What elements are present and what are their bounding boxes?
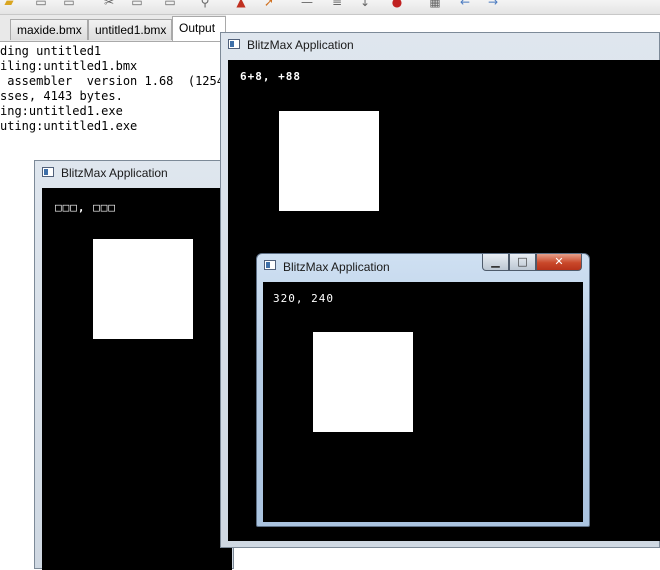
stop-icon[interactable]: ● [390, 0, 404, 8]
output-line: sses, 4143 bytes. [0, 89, 123, 103]
output-line: iling:untitled1.bmx [0, 59, 138, 73]
output-line: ding untitled1 [0, 44, 102, 58]
white-square [279, 111, 379, 211]
paste-icon[interactable]: ▭ [163, 0, 177, 8]
output-line: uting:untitled1.exe [0, 119, 138, 133]
step-out-icon[interactable]: ↧ [358, 0, 372, 8]
render-canvas[interactable]: □□□, □□□ [42, 188, 232, 570]
window-title: BlitzMax Application [283, 260, 390, 274]
folder-icon[interactable]: ▰ [2, 0, 16, 8]
copy-icon[interactable]: ▭ [130, 0, 144, 8]
ide-toolbar: ▰ ▭ ▭ ✂ ▭ ▭ ⚲ ▲ ➚ — ≡ ↧ ● ▦ ← → [0, 0, 660, 15]
tab-maxide[interactable]: maxide.bmx [10, 19, 88, 40]
tab-output[interactable]: Output [172, 16, 226, 41]
run-icon[interactable]: ➚ [262, 0, 276, 8]
output-line: assembler version 1.68 (12543 [0, 74, 232, 88]
output-pane[interactable]: ding untitled1 iling:untitled1.bmx assem… [0, 41, 231, 172]
save-icon[interactable]: ▭ [62, 0, 76, 8]
ide-background [0, 171, 34, 569]
cut-icon[interactable]: ✂ [102, 0, 116, 8]
coordinate-readout: □□□, □□□ [55, 201, 116, 214]
minimize-button[interactable]: ▁ [482, 254, 509, 271]
step-icon[interactable]: — [300, 0, 314, 8]
window-title: BlitzMax Application [61, 166, 168, 180]
tab-untitled1[interactable]: untitled1.bmx [88, 19, 172, 40]
home-icon[interactable]: ▦ [428, 0, 442, 8]
coordinate-readout: 6+8, +88 [240, 70, 301, 83]
find-icon[interactable]: ⚲ [198, 0, 212, 8]
forward-icon[interactable]: → [486, 0, 500, 8]
step-in-icon[interactable]: ≡ [330, 0, 344, 8]
maximize-button[interactable]: □ [509, 254, 536, 271]
render-canvas[interactable]: 320, 240 [263, 282, 583, 522]
document-tabs: maxide.bmx untitled1.bmx Output [0, 15, 226, 41]
app-window-front[interactable]: BlitzMax Application ▁ □ ✕ 320, 240 [256, 253, 590, 527]
new-file-icon[interactable]: ▭ [34, 0, 48, 8]
output-line: ing:untitled1.exe [0, 104, 123, 118]
white-square [313, 332, 413, 432]
app-window-left[interactable]: BlitzMax Application □□□, □□□ [34, 160, 234, 570]
app-window-icon [42, 167, 54, 177]
white-square [93, 239, 193, 339]
coordinate-readout: 320, 240 [273, 292, 334, 305]
build-icon[interactable]: ▲ [234, 0, 248, 8]
back-icon[interactable]: ← [458, 0, 472, 8]
window-title: BlitzMax Application [247, 38, 354, 52]
app-window-icon [264, 260, 276, 270]
close-button[interactable]: ✕ [536, 254, 582, 271]
app-window-icon [228, 39, 240, 49]
